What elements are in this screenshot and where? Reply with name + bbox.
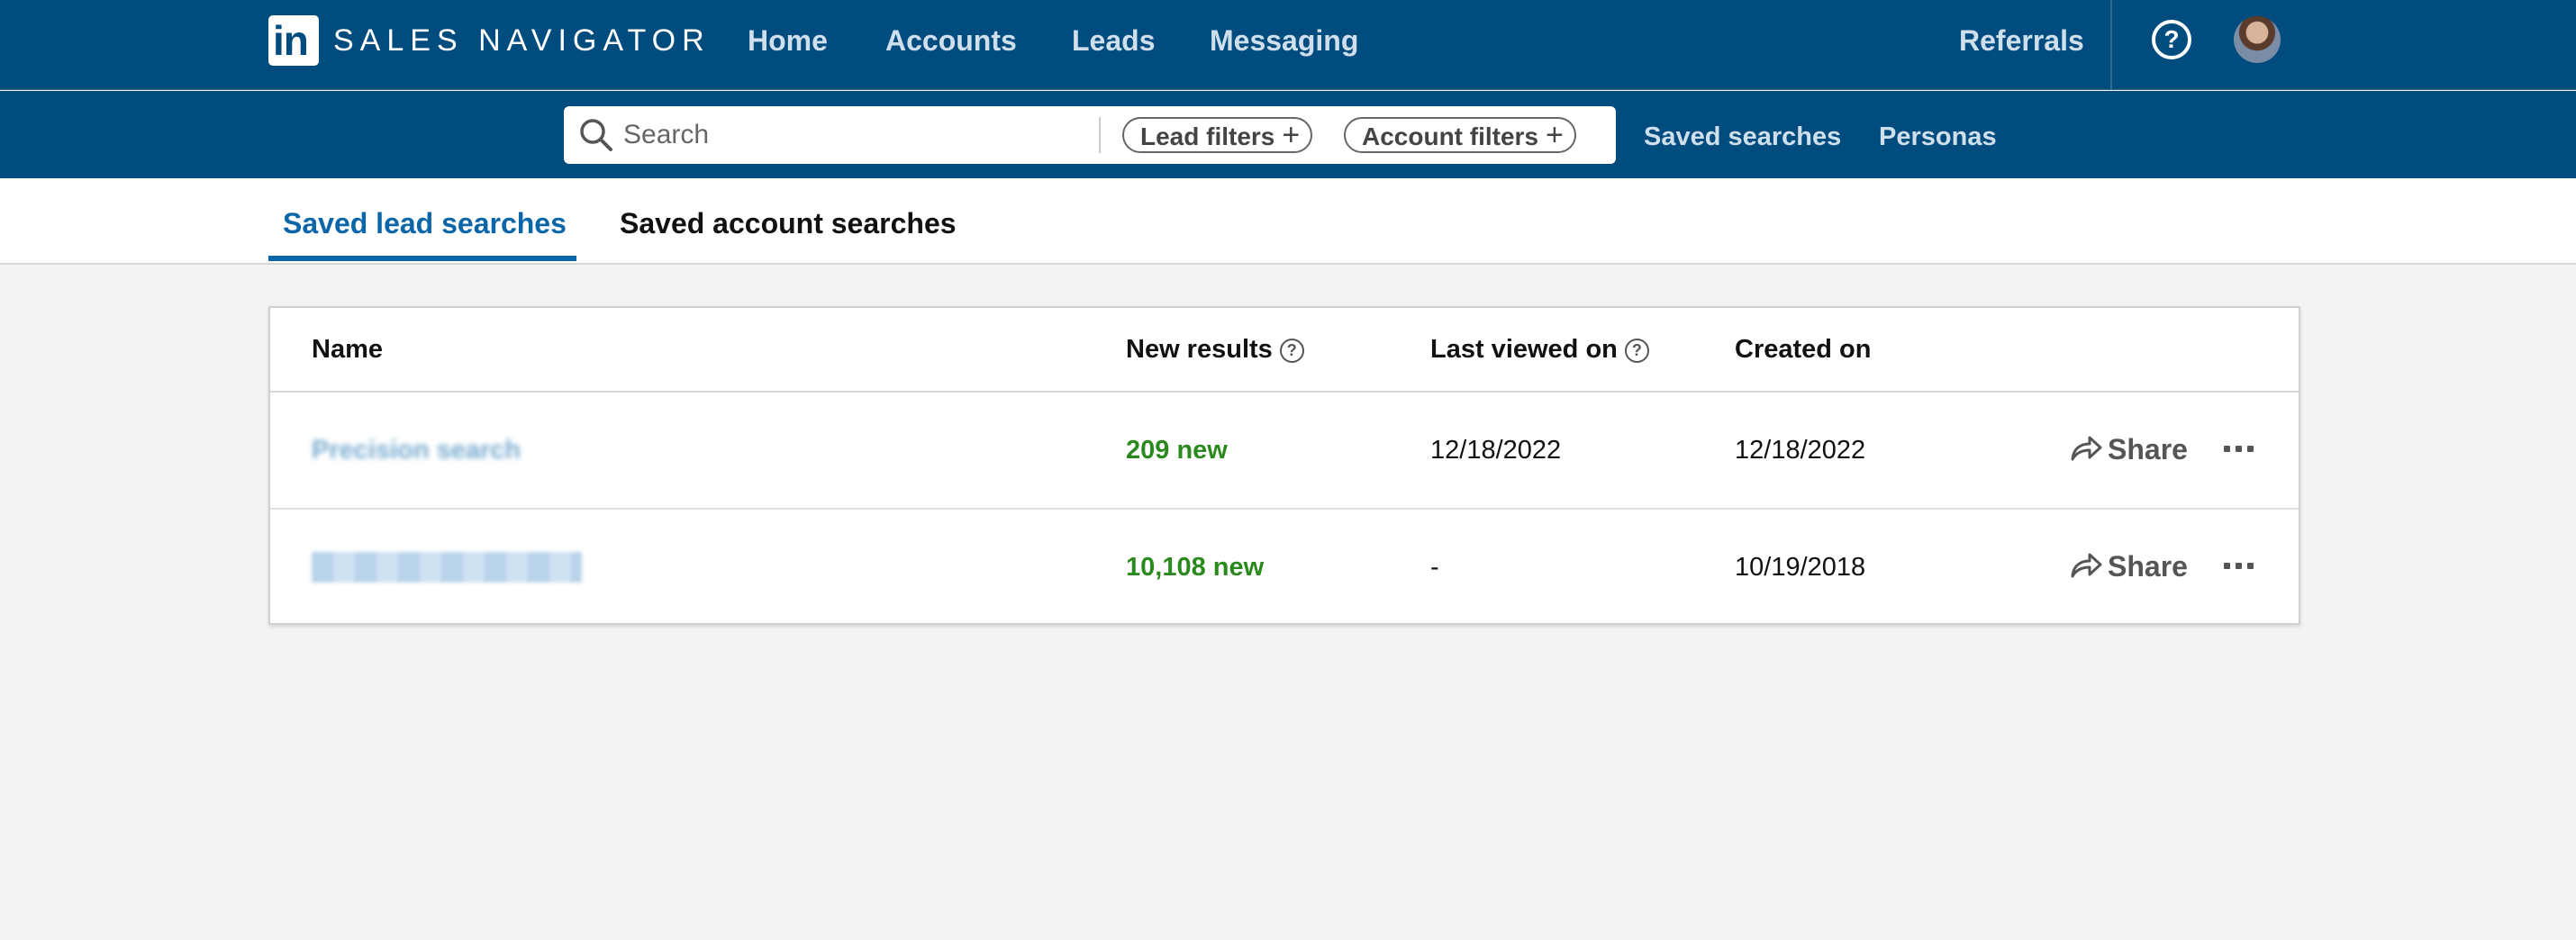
linkedin-logo-text: in	[273, 17, 309, 64]
ellipsis-dot-icon	[2223, 563, 2230, 569]
created-date: 10/19/2018	[1735, 553, 1866, 582]
saved-searches-link[interactable]: Saved searches	[1644, 119, 1841, 155]
account-filters-button[interactable]: Account filters +	[1344, 117, 1576, 153]
search-separator	[1099, 117, 1101, 153]
header-new-results-label: New results	[1126, 335, 1273, 364]
tab-bar: Saved lead searches Saved account search…	[0, 178, 2576, 265]
header-created-label: Created on	[1735, 335, 1872, 364]
more-options-button[interactable]	[2216, 544, 2261, 589]
share-label: Share	[2108, 433, 2188, 465]
nav-leads[interactable]: Leads	[1072, 20, 1155, 61]
new-results[interactable]: 209 new	[1126, 429, 1228, 472]
plus-icon: +	[1282, 118, 1301, 152]
header-name[interactable]: Name	[312, 330, 383, 369]
ellipsis-dot-icon	[2235, 563, 2242, 569]
nav-home[interactable]: Home	[748, 20, 828, 61]
saved-search-name-text[interactable]: Precision search	[312, 436, 521, 465]
ellipsis-dot-icon	[2246, 563, 2254, 569]
lead-filters-button[interactable]: Lead filters +	[1122, 117, 1313, 153]
question-circle-icon[interactable]: ?	[1279, 339, 1304, 363]
tab-saved-account-searches[interactable]: Saved account searches	[620, 203, 957, 243]
search-input[interactable]	[623, 113, 1110, 157]
search-box: Lead filters+ Account filters+	[564, 106, 1616, 164]
search-bar-row: Lead filters+ Account filters+ Saved sea…	[0, 91, 2576, 178]
share-button[interactable]: Share	[2070, 427, 2188, 472]
nav-referrals[interactable]: Referrals	[1959, 20, 2084, 61]
redacted-name-block[interactable]	[312, 552, 582, 583]
lead-filters-label: Lead filters	[1140, 122, 1275, 150]
saved-searches-table: Name New results? Last viewed on? Create…	[268, 306, 2300, 625]
question-circle-icon[interactable]: ?	[1624, 339, 1649, 363]
personas-link[interactable]: Personas	[1879, 119, 1997, 155]
brand-name[interactable]: SALES NAVIGATOR	[333, 20, 711, 61]
tab-saved-lead-searches[interactable]: Saved lead searches	[283, 203, 567, 243]
top-navigation-bar: in SALES NAVIGATOR Home Accounts Leads M…	[0, 0, 2576, 90]
share-arrow-icon	[2071, 553, 2102, 578]
saved-search-name[interactable]: Precision search	[312, 429, 521, 472]
table-row: Precision search 209 new 12/18/2022 12/1…	[270, 393, 2299, 510]
table-header: Name New results? Last viewed on? Create…	[270, 308, 2299, 393]
ellipsis-dot-icon	[2223, 446, 2230, 452]
last-viewed-date: -	[1430, 553, 1439, 582]
table-row: 10,108 new - 10/19/2018 Share	[270, 510, 2299, 627]
header-created[interactable]: Created on	[1735, 330, 1871, 369]
share-arrow-icon	[2071, 436, 2102, 461]
linkedin-logo[interactable]: in	[268, 15, 319, 66]
created-date: 12/18/2022	[1735, 436, 1866, 465]
nav-accounts[interactable]: Accounts	[885, 20, 1017, 61]
account-filters-label: Account filters	[1362, 122, 1539, 150]
search-icon	[580, 119, 612, 151]
header-name-label: Name	[312, 335, 383, 364]
ellipsis-dot-icon	[2235, 446, 2242, 452]
plus-icon: +	[1546, 118, 1564, 152]
last-viewed-date: 12/18/2022	[1430, 436, 1562, 465]
active-tab-indicator	[268, 256, 576, 261]
share-button[interactable]: Share	[2070, 544, 2188, 589]
header-last-viewed[interactable]: Last viewed on?	[1430, 330, 1649, 369]
nav-messaging[interactable]: Messaging	[1210, 20, 1358, 61]
share-label: Share	[2108, 550, 2188, 583]
header-new-results[interactable]: New results?	[1126, 330, 1304, 369]
more-options-button[interactable]	[2216, 427, 2261, 472]
new-results[interactable]: 10,108 new	[1126, 546, 1264, 589]
question-circle-icon[interactable]: ?	[2152, 20, 2191, 59]
ellipsis-dot-icon	[2246, 446, 2254, 452]
avatar[interactable]	[2234, 16, 2281, 63]
nav-divider	[2110, 0, 2112, 90]
header-last-viewed-label: Last viewed on	[1430, 335, 1618, 364]
saved-search-name[interactable]	[312, 546, 582, 589]
